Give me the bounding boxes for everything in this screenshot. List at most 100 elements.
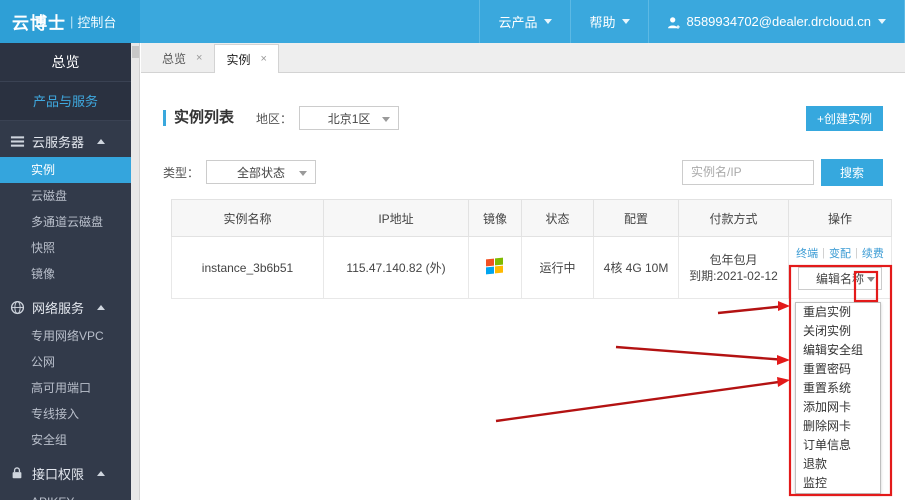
payment-type: 包年包月 bbox=[709, 252, 758, 267]
page-body: 实例列表 地区： 北京1区 +创建实例 类型： 全部状态 搜索 bbox=[141, 73, 905, 500]
type-label: 类型： bbox=[163, 165, 200, 180]
nav-cloud-products[interactable]: 云产品 bbox=[479, 0, 570, 43]
table-header: 实例名称 IP地址 镜像 状态 配置 付款方式 操作 bbox=[171, 199, 892, 237]
cell-image bbox=[468, 236, 522, 299]
sidebar-item-products-services[interactable]: 产品与服务 bbox=[0, 81, 131, 121]
column-header-image: 镜像 bbox=[468, 199, 522, 237]
search-input[interactable] bbox=[682, 159, 814, 185]
header-spacer bbox=[140, 0, 479, 43]
tab-instance-label: 实例 bbox=[226, 52, 251, 67]
nav-help-label: 帮助 bbox=[589, 15, 616, 30]
sidebar-item-ha-port[interactable]: 高可用端口 bbox=[0, 375, 131, 401]
sidebar-item-apikey[interactable]: APIKEY bbox=[0, 489, 131, 500]
chevron-down-icon bbox=[867, 277, 875, 282]
cell-instance-name[interactable]: instance_3b6b51 bbox=[171, 236, 324, 299]
search-area: 搜索 bbox=[682, 158, 883, 186]
sidebar-group-api-permission[interactable]: 接口权限 bbox=[0, 457, 131, 489]
sidebar-group-api-permission-label: 接口权限 bbox=[32, 466, 85, 482]
column-header-name: 实例名称 bbox=[171, 199, 324, 237]
page-header: 实例列表 地区： 北京1区 +创建实例 bbox=[141, 73, 905, 141]
cell-operations: 终端 | 变配 | 续费 编辑名称 bbox=[788, 236, 892, 299]
sidebar-item-snapshot[interactable]: 快照 bbox=[0, 235, 131, 261]
account-email: 8589934702@dealer.drcloud.cn bbox=[686, 14, 871, 29]
menu-item-shutdown-instance[interactable]: 关闭实例 bbox=[796, 322, 880, 341]
sidebar-item-vpc[interactable]: 专用网络VPC bbox=[0, 323, 131, 349]
table-header-row: 实例名称 IP地址 镜像 状态 配置 付款方式 操作 bbox=[171, 199, 892, 237]
chevron-down-icon bbox=[299, 171, 308, 176]
menu-item-add-nic[interactable]: 添加网卡 bbox=[796, 398, 880, 417]
sidebar-item-direct-connect[interactable]: 专线接入 bbox=[0, 401, 131, 427]
op-link-renew[interactable]: 续费 bbox=[862, 245, 884, 261]
operation-links: 终端 | 变配 | 续费 bbox=[789, 245, 891, 261]
search-button[interactable]: 搜索 bbox=[821, 158, 883, 186]
table-body: instance_3b6b51 115.47.140.82 (外) 运行中 4核… bbox=[171, 236, 892, 299]
server-icon bbox=[9, 133, 25, 149]
region-select[interactable]: 北京1区 bbox=[299, 106, 400, 130]
chevron-down-icon bbox=[382, 117, 391, 122]
op-link-reconfigure[interactable]: 变配 bbox=[829, 245, 851, 261]
sidebar-scrollbar[interactable] bbox=[131, 43, 140, 500]
sidebar-group-cloud-server[interactable]: 云服务器 bbox=[0, 125, 131, 157]
type-select-value: 全部状态 bbox=[237, 165, 286, 180]
sidebar-group-cloud-server-label: 云服务器 bbox=[32, 134, 85, 150]
brand-console-label: 控制台 bbox=[77, 15, 117, 30]
menu-item-refund[interactable]: 退款 bbox=[796, 455, 880, 474]
type-select[interactable]: 全部状态 bbox=[206, 160, 317, 184]
operation-dropdown-value: 编辑名称 bbox=[815, 272, 864, 286]
brand-logo[interactable]: 云博士 | 控制台 bbox=[0, 0, 140, 43]
tab-overview-label: 总览 bbox=[162, 51, 187, 66]
menu-item-edit-security-group[interactable]: 编辑安全组 bbox=[796, 341, 880, 360]
tab-instance[interactable]: 实例 × bbox=[214, 44, 279, 73]
chevron-down-icon bbox=[878, 19, 886, 24]
user-icon bbox=[667, 16, 681, 30]
page-title: 实例列表 bbox=[163, 110, 234, 126]
cell-status: 运行中 bbox=[521, 236, 594, 299]
brand-name: 云博士 bbox=[12, 14, 66, 33]
sidebar-item-image[interactable]: 镜像 bbox=[0, 261, 131, 287]
menu-item-order-info[interactable]: 订单信息 bbox=[796, 436, 880, 455]
close-icon[interactable]: × bbox=[260, 53, 266, 65]
operation-dropdown-trigger[interactable]: 编辑名称 bbox=[798, 267, 882, 290]
menu-item-restart-instance[interactable]: 重启实例 bbox=[796, 303, 880, 322]
region-label: 地区： bbox=[256, 111, 293, 126]
nav-help[interactable]: 帮助 bbox=[570, 0, 648, 43]
chevron-down-icon bbox=[544, 19, 553, 24]
menu-item-reset-system[interactable]: 重置系统 bbox=[796, 379, 880, 398]
column-header-status: 状态 bbox=[521, 199, 594, 237]
menu-item-reset-password[interactable]: 重置密码 bbox=[796, 360, 880, 379]
tab-bar-filler bbox=[279, 43, 905, 72]
tab-overview[interactable]: 总览 × bbox=[150, 43, 214, 72]
column-header-operation: 操作 bbox=[788, 199, 892, 237]
op-link-terminal[interactable]: 终端 bbox=[796, 245, 818, 261]
sidebar-item-multichannel-disk[interactable]: 多通道云磁盘 bbox=[0, 209, 131, 235]
sidebar-item-instance[interactable]: 实例 bbox=[0, 157, 131, 183]
create-instance-button[interactable]: +创建实例 bbox=[805, 105, 883, 131]
sidebar-group-network-service-label: 网络服务 bbox=[32, 300, 85, 316]
globe-icon bbox=[9, 299, 25, 315]
chevron-up-icon bbox=[97, 138, 105, 144]
sidebar-scrollbar-thumb[interactable] bbox=[132, 46, 139, 58]
menu-item-monitor[interactable]: 监控 bbox=[796, 474, 880, 493]
sidebar-group-network-service[interactable]: 网络服务 bbox=[0, 291, 131, 323]
chevron-up-icon bbox=[97, 304, 105, 310]
sidebar-item-public-network[interactable]: 公网 bbox=[0, 349, 131, 375]
table-row: instance_3b6b51 115.47.140.82 (外) 运行中 4核… bbox=[171, 236, 892, 299]
column-header-payment: 付款方式 bbox=[678, 199, 789, 237]
sidebar-item-security-group[interactable]: 安全组 bbox=[0, 427, 131, 453]
app-root: 云博士 | 控制台 云产品 帮助 8589934702@dealer.drclo… bbox=[0, 0, 905, 500]
instance-table: 实例名称 IP地址 镜像 状态 配置 付款方式 操作 instance_3b6b… bbox=[171, 199, 892, 299]
cell-config: 4核 4G 10M bbox=[593, 236, 679, 299]
cell-payment: 包年包月 到期:2021-02-12 bbox=[678, 236, 789, 299]
menu-item-remove-nic[interactable]: 删除网卡 bbox=[796, 417, 880, 436]
cell-ip-address: 115.47.140.82 (外) bbox=[323, 236, 469, 299]
sidebar-item-cloud-disk[interactable]: 云磁盘 bbox=[0, 183, 131, 209]
operation-dropdown-menu: 重启实例 关闭实例 编辑安全组 重置密码 重置系统 添加网卡 删除网卡 订单信息… bbox=[795, 302, 881, 494]
top-header: 云博士 | 控制台 云产品 帮助 8589934702@dealer.drclo… bbox=[0, 0, 905, 43]
tab-bar: 总览 × 实例 × bbox=[141, 43, 905, 73]
account-menu[interactable]: 8589934702@dealer.drcloud.cn bbox=[648, 0, 905, 43]
brand-separator: | bbox=[70, 14, 74, 29]
close-icon[interactable]: × bbox=[196, 52, 202, 64]
lock-icon bbox=[9, 465, 25, 481]
sidebar-item-overview[interactable]: 总览 bbox=[0, 43, 131, 81]
header-nav: 云产品 帮助 8589934702@dealer.drcloud.cn bbox=[479, 0, 905, 43]
